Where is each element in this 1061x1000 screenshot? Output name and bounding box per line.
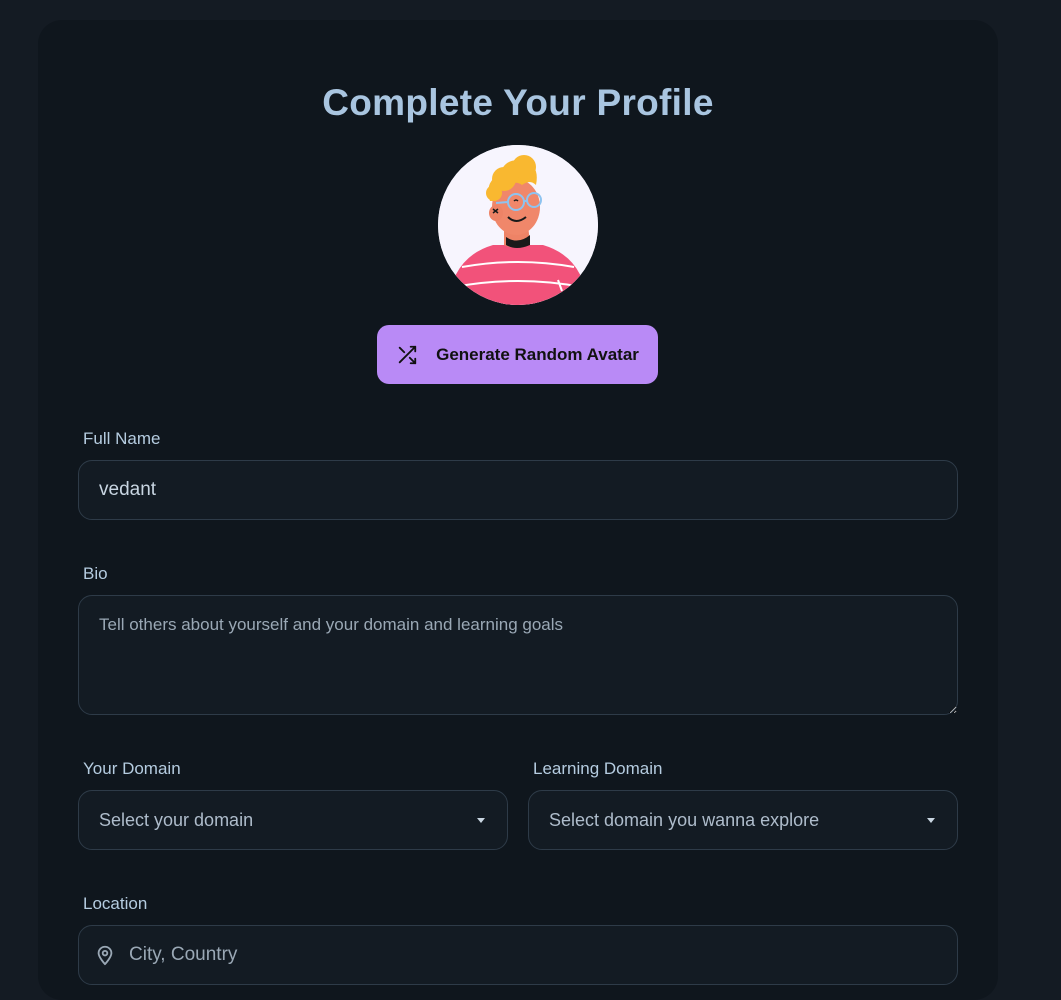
- your-domain-select[interactable]: Select your domain: [78, 790, 508, 850]
- profile-card: Complete Your Profile Generate Random Av…: [38, 20, 998, 1000]
- page-title: Complete Your Profile: [322, 82, 714, 123]
- bio-label: Bio: [83, 564, 108, 583]
- bio-textarea[interactable]: [78, 595, 958, 715]
- generate-random-avatar-button[interactable]: Generate Random Avatar: [377, 325, 658, 384]
- generate-button-label: Generate Random Avatar: [436, 344, 639, 364]
- avatar: [438, 145, 598, 305]
- location-input[interactable]: [78, 925, 958, 985]
- shuffle-icon: [396, 344, 418, 366]
- location-field-wrapper: [78, 925, 958, 985]
- learning-domain-selected-value: Select domain you wanna explore: [549, 809, 820, 830]
- location-label: Location: [83, 894, 148, 913]
- full-name-label: Full Name: [83, 429, 161, 448]
- full-name-input[interactable]: [78, 460, 958, 520]
- learning-domain-select[interactable]: Select domain you wanna explore: [528, 790, 958, 850]
- cartoon-avatar-icon: [438, 145, 598, 305]
- learning-domain-label: Learning Domain: [533, 759, 663, 778]
- your-domain-label: Your Domain: [83, 759, 181, 778]
- your-domain-selected-value: Select your domain: [99, 809, 254, 830]
- chevron-down-icon: [927, 817, 935, 823]
- chevron-down-icon: [477, 817, 485, 823]
